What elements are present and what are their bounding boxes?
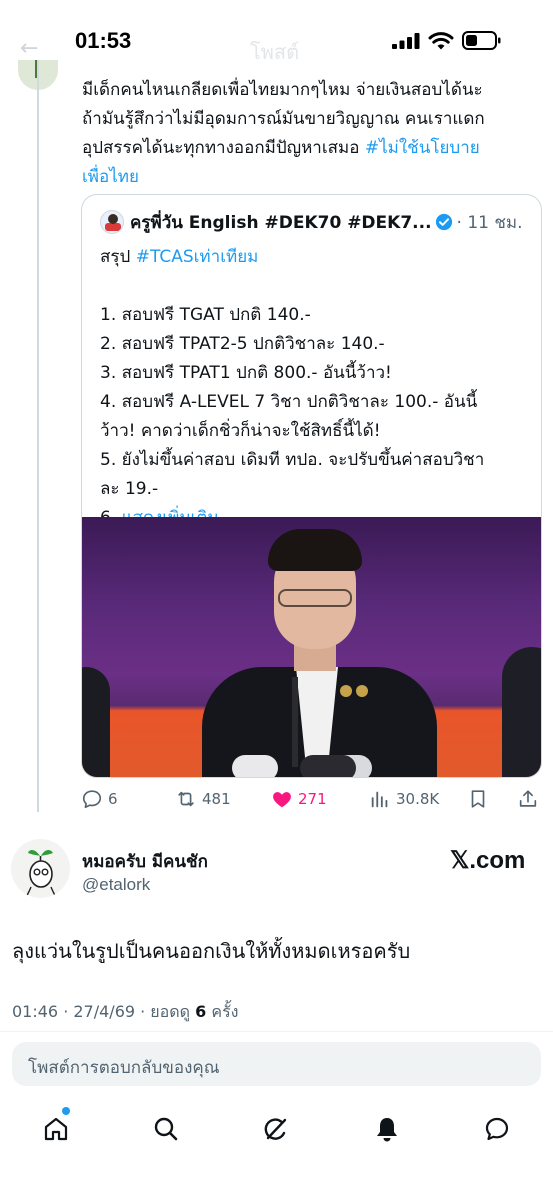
reply-button[interactable]: 6 bbox=[81, 786, 118, 812]
reply-composer-bar: โพสต์การตอบกลับของคุณ bbox=[0, 1031, 553, 1093]
doodle-avatar-icon bbox=[25, 849, 57, 898]
thread-connector bbox=[37, 60, 39, 812]
reply-input[interactable]: โพสต์การตอบกลับของคุณ bbox=[12, 1042, 541, 1086]
quoted-author-avatar[interactable] bbox=[100, 210, 124, 234]
post-action-bar: 6 481 271 30.8K bbox=[81, 786, 543, 812]
messages-icon bbox=[485, 1117, 509, 1141]
search-icon bbox=[154, 1117, 178, 1141]
photo-figure-left bbox=[82, 667, 110, 777]
reply-meta: 01:46 · 27/4/69 · ยอดดู 6 ครั้ง bbox=[12, 1000, 239, 1025]
nav-notifications[interactable] bbox=[367, 1109, 407, 1149]
status-time: 01:53 bbox=[75, 28, 132, 53]
post-text: มีเด็กคนไหนเกลียดเพื่อไทยมากๆไหม จ่ายเงิ… bbox=[82, 76, 542, 192]
bookmark-icon bbox=[471, 790, 485, 808]
hashtag-link-continued[interactable]: เพื่อไทย bbox=[82, 163, 542, 192]
nav-search[interactable] bbox=[146, 1109, 186, 1149]
nav-grok[interactable] bbox=[256, 1109, 296, 1149]
post-line: มีเด็กคนไหนเกลียดเพื่อไทยมากๆไหม จ่ายเงิ… bbox=[82, 80, 483, 100]
like-count: 271 bbox=[298, 790, 327, 808]
views-chart-icon bbox=[371, 791, 388, 808]
quoted-post-time: · 11 ชม. bbox=[456, 212, 523, 233]
quoted-item: 3. สอบฟรี TPAT1 ปกติ 800.- อันนี้ว้าว! bbox=[100, 363, 392, 383]
reply-icon bbox=[82, 790, 102, 809]
quoted-item: ละ 19.- bbox=[100, 479, 159, 499]
reply-input-placeholder: โพสต์การตอบกลับของคุณ bbox=[28, 1058, 220, 1078]
hashtag-link[interactable]: #ไม่ใช้นโยบาย bbox=[365, 138, 480, 158]
nav-messages[interactable] bbox=[477, 1109, 517, 1149]
repost-button[interactable]: 481 bbox=[175, 786, 231, 812]
repost-icon bbox=[178, 791, 194, 807]
photo-figure-glasses bbox=[278, 589, 352, 607]
quoted-summary: สรุป #TCASเท่าเทียม bbox=[100, 243, 530, 272]
photo-microphone bbox=[232, 755, 278, 777]
notifications-icon bbox=[377, 1118, 397, 1142]
quoted-author-name[interactable]: ครูพี่วัน English #DEK70 #DEK7... bbox=[130, 209, 432, 236]
summary-prefix: สรุป bbox=[100, 247, 136, 267]
reply-author-name[interactable]: หมอครับ มีคนชัก bbox=[82, 848, 208, 875]
post-line: ถ้ามันรู้สึกว่าไม่มีอุดมการณ์มันขายวิญญา… bbox=[82, 109, 485, 129]
notification-dot bbox=[62, 1107, 70, 1115]
bookmark-button[interactable] bbox=[467, 786, 494, 812]
verified-badge-icon bbox=[435, 213, 452, 231]
x-com-watermark: 𝕏.com bbox=[450, 847, 526, 874]
status-bar: ← โพสต์ 01:53 bbox=[0, 0, 553, 80]
like-button[interactable]: 271 bbox=[271, 786, 327, 812]
photo-lapel-pin bbox=[340, 685, 352, 697]
battery-icon bbox=[462, 31, 501, 50]
post-line-text: อุปสรรคได้นะทุกทางออกมีปัญหาเสมอ bbox=[82, 138, 365, 158]
quoted-post-card[interactable]: ครูพี่วัน English #DEK70 #DEK7... · 11 ช… bbox=[81, 194, 542, 778]
home-icon bbox=[44, 1117, 68, 1141]
reply-view-count: 6 bbox=[195, 1002, 207, 1021]
quoted-item: 4. สอบฟรี A-LEVEL 7 วิชา ปกติวิชาละ 100.… bbox=[100, 392, 478, 412]
reply-text: ลุงแว่นในรูปเป็นคนออกเงินให้ทั้งหมดเหรอค… bbox=[12, 939, 411, 963]
hashtag-link[interactable]: #TCASเท่าเทียม bbox=[136, 247, 259, 267]
quoted-post-body: สรุป #TCASเท่าเทียม 1. สอบฟรี TGAT ปกติ … bbox=[100, 243, 530, 533]
quoted-item: ว้าว! คาดว่าเด็กชิ่วก็น่าจะใช้สิทธิ์นี้ไ… bbox=[100, 421, 381, 441]
reply-timestamp: 01:46 · 27/4/69 · ยอดดู bbox=[12, 1002, 196, 1021]
reply-count: 6 bbox=[108, 790, 118, 808]
heart-filled-icon bbox=[273, 792, 291, 808]
wifi-icon bbox=[428, 32, 454, 50]
photo-figure-right bbox=[502, 647, 541, 777]
back-arrow-icon[interactable]: ← bbox=[20, 36, 38, 61]
page-title: โพสต์ bbox=[250, 40, 300, 64]
nav-home[interactable] bbox=[36, 1109, 76, 1149]
post-line: อุปสรรคได้นะทุกทางออกมีปัญหาเสมอ #ไม่ใช้… bbox=[82, 134, 542, 163]
quoted-item: 1. สอบฟรี TGAT ปกติ 140.- bbox=[100, 305, 311, 325]
photo-figure-hair bbox=[268, 529, 362, 571]
quoted-item: 2. สอบฟรี TPAT2-5 ปกติวิชาละ 140.- bbox=[100, 334, 385, 354]
quoted-item: 5. ยังไม่ขึ้นค่าสอบ เดิมที ทปอ. จะปรับขึ… bbox=[100, 450, 485, 470]
view-count: 30.8K bbox=[396, 790, 440, 808]
cellular-signal-icon bbox=[392, 33, 420, 49]
reply-author-avatar[interactable] bbox=[11, 839, 70, 898]
share-icon bbox=[519, 790, 537, 807]
reply-views-suffix: ครั้ง bbox=[206, 1002, 239, 1021]
photo-microphone-stand bbox=[292, 677, 298, 767]
repost-count: 481 bbox=[202, 790, 231, 808]
grok-icon bbox=[264, 1118, 287, 1140]
quoted-post-photo[interactable] bbox=[82, 517, 541, 777]
photo-lapel-pin bbox=[356, 685, 368, 697]
quoted-post-header: ครูพี่วัน English #DEK70 #DEK7... · 11 ช… bbox=[100, 209, 523, 235]
share-button[interactable] bbox=[517, 786, 544, 812]
views-button[interactable]: 30.8K bbox=[369, 786, 439, 812]
photo-microphone bbox=[300, 755, 356, 777]
bottom-navigation bbox=[0, 1093, 553, 1200]
reply-author-handle[interactable]: @etalork bbox=[82, 875, 150, 895]
